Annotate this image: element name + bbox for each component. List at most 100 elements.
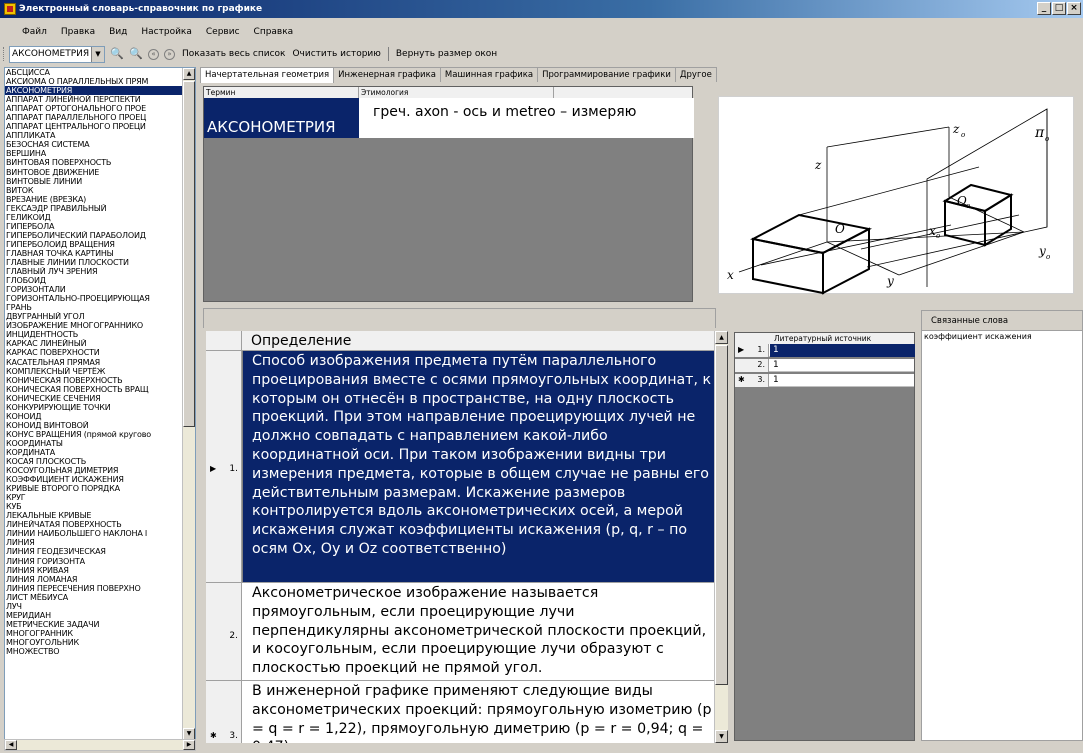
tab-graphics-programming[interactable]: Программирование графики <box>537 67 676 82</box>
term-list-item[interactable]: ЛИСТ МЁБИУСА <box>5 593 195 602</box>
row-header[interactable]: 2. <box>206 583 242 680</box>
col-term-header[interactable]: Термин <box>204 87 359 98</box>
definition-text[interactable]: Способ изображения предмета путём паралл… <box>243 351 714 582</box>
term-list-item[interactable]: ЛИНИЯ ГОРИЗОНТА <box>5 557 195 566</box>
term-list-item[interactable]: ЛУЧ <box>5 602 195 611</box>
term-list-item[interactable]: ЛЕКАЛЬНЫЕ КРИВЫЕ <box>5 511 195 520</box>
term-list-item[interactable]: ИНЦИДЕНТНОСТЬ <box>5 330 195 339</box>
term-list-item[interactable]: КОСОУГОЛЬНАЯ ДИМЕТРИЯ <box>5 466 195 475</box>
definition-text[interactable]: В инженерной графике применяют следующие… <box>243 681 714 743</box>
term-list-item[interactable]: КАСАТЕЛЬНАЯ ПРЯМАЯ <box>5 358 195 367</box>
binoculars-icon[interactable]: 🔍 <box>110 47 124 61</box>
literature-value[interactable]: 1 <box>773 374 779 387</box>
term-list-item[interactable]: КОНИЧЕСКАЯ ПОВЕРХНОСТЬ ВРАЩ <box>5 385 195 394</box>
term-list-item[interactable]: КОСАЯ ПЛОСКОСТЬ <box>5 457 195 466</box>
term-list-item[interactable]: АППАРАТ ОРТОГОНАЛЬНОГО ПРОЕ <box>5 104 195 113</box>
term-list-item[interactable]: ЛИНИЯ ПЕРЕСЕЧЕНИЯ ПОВЕРХНО <box>5 584 195 593</box>
tab-engineering-graphics[interactable]: Инженерная графика <box>333 67 441 82</box>
term-list-item[interactable]: ЛИНИЯ <box>5 538 195 547</box>
term-list-item[interactable]: КАРКАС ЛИНЕЙНЫЙ <box>5 339 195 348</box>
term-list-item[interactable]: ГОРИЗОНТАЛЬНО-ПРОЕЦИРУЮЩАЯ <box>5 294 195 303</box>
scroll-up-icon[interactable]: ▲ <box>715 331 728 344</box>
row-header[interactable]: 2. <box>735 359 769 372</box>
literature-row[interactable]: 2. 1 <box>735 359 914 372</box>
term-list-item[interactable]: КОНИЧЕСКИЕ СЕЧЕНИЯ <box>5 394 195 403</box>
etymology-term[interactable]: АКСОНОМЕТРИЯ <box>204 98 359 138</box>
close-button[interactable]: × <box>1067 2 1081 15</box>
chevron-down-icon[interactable]: ▼ <box>91 46 104 62</box>
menu-view[interactable]: Вид <box>109 27 127 37</box>
term-list-item[interactable]: АППАРАТ ЛИНЕЙНОЙ ПЕРСПЕКТИ <box>5 95 195 104</box>
term-list-item[interactable]: ГИПЕРБОЛОИД ВРАЩЕНИЯ <box>5 240 195 249</box>
maximize-button[interactable]: □ <box>1052 2 1066 15</box>
term-list-item[interactable]: ЛИНИИ НАИБОЛЬШЕГО НАКЛОНА І <box>5 529 195 538</box>
term-list-item[interactable]: ГИПЕРБОЛА <box>5 222 195 231</box>
term-list-item[interactable]: ЛИНИЯ ЛОМАНАЯ <box>5 575 195 584</box>
menu-help[interactable]: Справка <box>254 27 294 37</box>
term-list-item[interactable]: ВИНТОВЫЕ ЛИНИИ <box>5 177 195 186</box>
term-list-item[interactable]: КОНИЧЕСКАЯ ПОВЕРХНОСТЬ <box>5 376 195 385</box>
minimize-button[interactable]: _ <box>1037 2 1051 15</box>
term-list-item[interactable]: ДВУГРАННЫЙ УГОЛ <box>5 312 195 321</box>
term-list-item[interactable]: МНОГОУГОЛЬНИК <box>5 638 195 647</box>
term-list-item[interactable]: ГРАНЬ <box>5 303 195 312</box>
term-list-hscrollbar[interactable]: ◀ ▶ <box>4 739 196 751</box>
term-list-item[interactable]: ЛИНИЯ ГЕОДЕЗИЧЕСКАЯ <box>5 547 195 556</box>
scroll-left-icon[interactable]: ◀ <box>5 740 17 750</box>
term-list-item[interactable]: АППЛИКАТА <box>5 131 195 140</box>
show-all-button[interactable]: Показать весь список <box>182 49 285 59</box>
etymology-value[interactable]: греч. axon - ось и metreo – измеряю <box>359 98 694 138</box>
term-list-item[interactable]: ГЕКСАЭДР ПРАВИЛЬНЫЙ <box>5 204 195 213</box>
row-header[interactable]: ✱ 3. <box>735 374 769 387</box>
menu-settings[interactable]: Настройка <box>141 27 192 37</box>
term-list-item[interactable]: КООРДИНАТЫ <box>5 439 195 448</box>
term-list-item[interactable]: МЕТРИЧЕСКИЕ ЗАДАЧИ <box>5 620 195 629</box>
term-list-item[interactable]: КОНУС ВРАЩЕНИЯ (прямой кругово <box>5 430 195 439</box>
clear-history-button[interactable]: Очистить историю <box>292 49 380 59</box>
splitter[interactable] <box>199 66 202 753</box>
term-list-item[interactable]: ГЛОБОИД <box>5 276 195 285</box>
row-header[interactable]: ▶ 1. <box>206 351 242 582</box>
tab-other[interactable]: Другое <box>674 67 717 82</box>
term-list-item[interactable]: КУБ <box>5 502 195 511</box>
term-list-item[interactable]: МНОГОГРАННИК <box>5 629 195 638</box>
scroll-thumb[interactable] <box>715 345 728 685</box>
term-list-item[interactable]: АКСИОМА О ПАРАЛЛЕЛЬНЫХ ПРЯМ <box>5 77 195 86</box>
literature-grid[interactable]: Литературный источник ▶ 1. 1 2. 1 ✱ 3. 1 <box>734 332 915 741</box>
forward-icon[interactable]: » <box>164 48 175 60</box>
term-list-item[interactable]: ГЕЛИКОИД <box>5 213 195 222</box>
restore-windows-button[interactable]: Вернуть размер окон <box>396 49 497 59</box>
definitions-header-label[interactable]: Определение <box>251 333 351 349</box>
term-list-item[interactable]: ИЗОБРАЖЕНИЕ МНОГОГРАННИКО <box>5 321 195 330</box>
literature-header-label[interactable]: Литературный источник <box>769 333 916 344</box>
etymology-grid[interactable]: Термин Этимология АКСОНОМЕТРИЯ греч. axo… <box>203 86 694 302</box>
term-list-item[interactable]: ГЛАВНЫЕ ЛИНИИ ПЛОСКОСТИ <box>5 258 195 267</box>
term-list[interactable]: АБСЦИССА АКСИОМА О ПАРАЛЛЕЛЬНЫХ ПРЯМ АКСОН… <box>4 67 196 741</box>
term-list-item[interactable]: АППАРАТ ПАРАЛЛЕЛЬНОГО ПРОЕЦ <box>5 113 195 122</box>
term-list-item[interactable]: КРУГ <box>5 493 195 502</box>
term-list-item[interactable]: КОЭФФИЦИЕНТ ИСКАЖЕНИЯ <box>5 475 195 484</box>
term-list-item[interactable]: МНОЖЕСТВО <box>5 647 195 656</box>
scroll-right-icon[interactable]: ▶ <box>183 740 195 750</box>
definition-row[interactable]: ▶ 1. Способ изображения предмета путём п… <box>206 351 714 583</box>
binoculars-next-icon[interactable]: 🔍 <box>129 47 143 61</box>
term-list-item[interactable]: ВЕРШИНА <box>5 149 195 158</box>
literature-value[interactable]: 1 <box>773 359 779 372</box>
definitions-scrollbar[interactable]: ▲ ▼ <box>714 331 728 743</box>
row-header[interactable]: ▶ 1. <box>735 344 769 357</box>
toolbar-grip[interactable] <box>3 47 6 61</box>
definition-text[interactable]: Аксонометрическое изображение называется… <box>243 583 714 680</box>
term-list-item[interactable]: ЛИНЕЙЧАТАЯ ПОВЕРХНОСТЬ <box>5 520 195 529</box>
term-list-item[interactable]: АБСЦИССА <box>5 68 195 77</box>
term-list-item[interactable]: ГЛАВНАЯ ТОЧКА КАРТИНЫ <box>5 249 195 258</box>
back-icon[interactable]: « <box>148 48 159 60</box>
term-list-item[interactable]: ГЛАВНЫЙ ЛУЧ ЗРЕНИЯ <box>5 267 195 276</box>
term-list-item[interactable]: КРИВЫЕ ВТОРОГО ПОРЯДКА <box>5 484 195 493</box>
definition-row[interactable]: ✱ 3. В инженерной графике применяют след… <box>206 681 714 743</box>
term-list-item[interactable]: АКСОНОМЕТРИЯ <box>5 86 195 96</box>
term-list-item[interactable]: БЕЗОСНАЯ СИСТЕМА <box>5 140 195 149</box>
term-list-item[interactable]: ВИНТОВАЯ ПОВЕРХНОСТЬ <box>5 158 195 167</box>
term-list-item[interactable]: АППАРАТ ЦЕНТРАЛЬНОГО ПРОЕЦИ <box>5 122 195 131</box>
term-list-item[interactable]: КОНОИД <box>5 412 195 421</box>
scroll-down-icon[interactable]: ▼ <box>715 730 728 743</box>
